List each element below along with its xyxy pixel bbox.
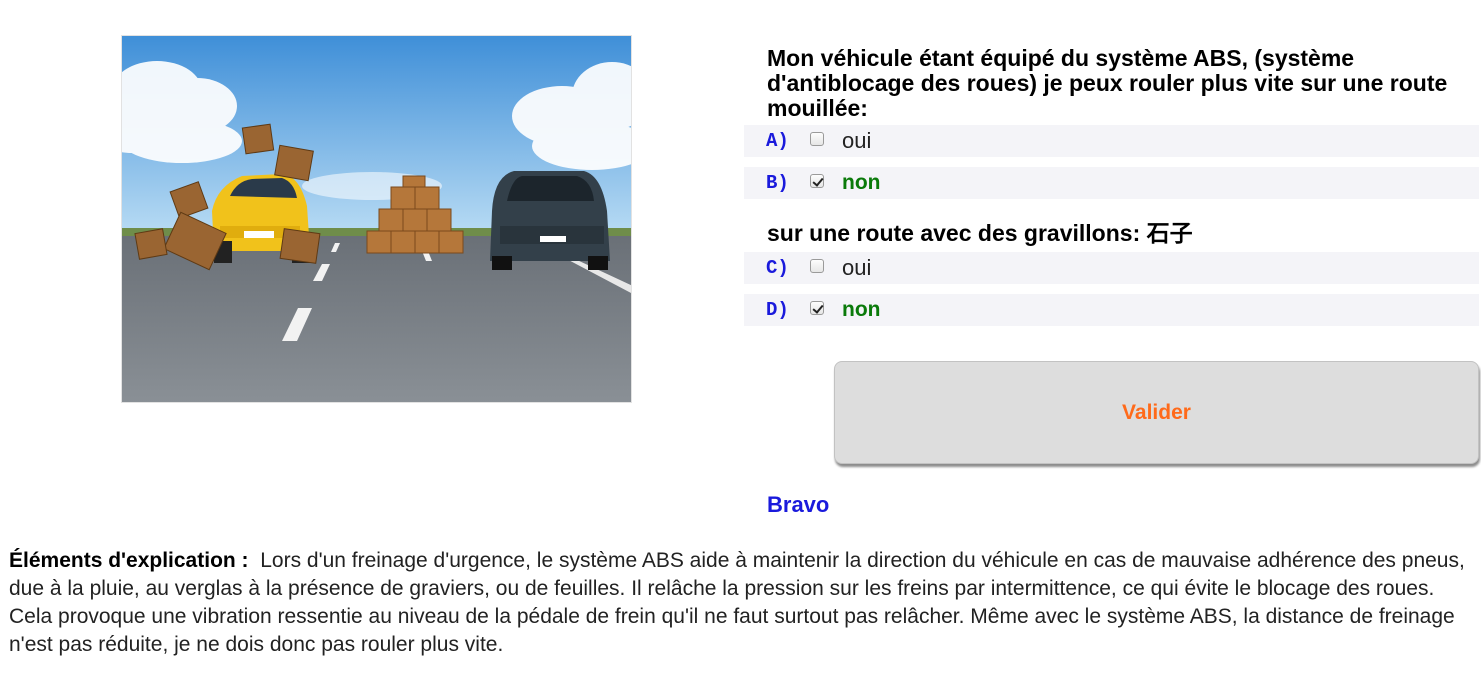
answer-c-letter: C) — [766, 257, 789, 279]
dark-car — [490, 171, 610, 270]
answer-a-letter: A) — [766, 130, 789, 152]
answer-c-label: oui — [842, 255, 872, 280]
question-illustration — [121, 35, 632, 403]
question-2-title: sur une route avec des gravillons: 石子 — [767, 220, 1193, 246]
answer-a-row[interactable]: A) oui — [744, 125, 1479, 157]
answer-a-label: oui — [842, 128, 872, 153]
road-scene-image — [122, 36, 631, 402]
feedback-message: Bravo — [767, 492, 830, 517]
answer-a-checkbox[interactable] — [810, 132, 824, 146]
explanation: Éléments d'explication : Lors d'un frein… — [9, 547, 1469, 659]
answer-d-checkbox[interactable] — [810, 301, 824, 315]
answer-b-label: non — [842, 171, 881, 194]
validate-button-label: Valider — [1122, 400, 1191, 424]
validate-button[interactable]: Valider — [834, 361, 1479, 464]
answer-b-row[interactable]: B) non — [744, 167, 1479, 199]
answer-d-label: non — [842, 298, 881, 321]
answer-c-row[interactable]: C) oui — [744, 252, 1479, 284]
answer-d-letter: D) — [766, 299, 789, 321]
answer-b-letter: B) — [766, 172, 789, 194]
answer-d-row[interactable]: D) non — [744, 294, 1479, 326]
answer-b-checkbox[interactable] — [810, 174, 824, 188]
explanation-heading: Éléments d'explication : — [9, 549, 249, 572]
answer-c-checkbox[interactable] — [810, 259, 824, 273]
question-1-title: Mon véhicule étant équipé du système ABS… — [767, 45, 1448, 121]
